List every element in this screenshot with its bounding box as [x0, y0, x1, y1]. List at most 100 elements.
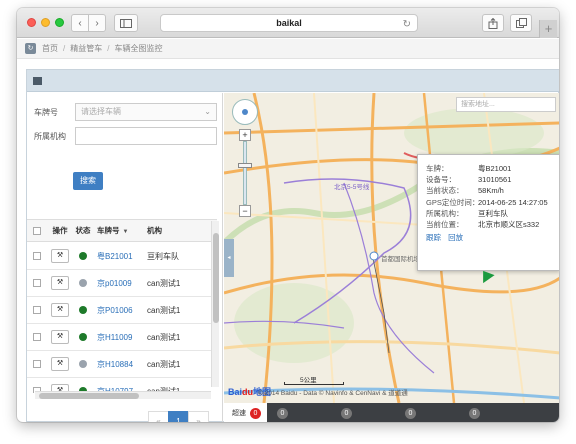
page-1-button[interactable]: 1: [168, 411, 189, 422]
monitor-panel: 车牌号 请选择车辆 ⌄ 所属机构 搜索 操作 状态 车牌号 ▼ 机构 ⚒ 粤B2…: [26, 69, 559, 422]
new-tab-button[interactable]: +: [539, 20, 557, 38]
breadcrumb-separator: /: [63, 44, 66, 53]
col-plate[interactable]: 车牌号 ▼: [93, 225, 145, 236]
alarm-count-badge: 0: [250, 407, 261, 419]
next-page-button[interactable]: »: [188, 411, 209, 422]
zoom-slider[interactable]: [243, 141, 247, 205]
tabs-overview-button[interactable]: [510, 14, 532, 32]
chevron-down-icon: ⌄: [204, 107, 211, 116]
table-row[interactable]: ⚒ 粤B21001 亘利车队: [27, 243, 217, 270]
table-horizontal-scrollbar[interactable]: [35, 391, 211, 399]
operation-button[interactable]: ⚒: [51, 357, 69, 371]
search-button[interactable]: 搜索: [73, 172, 103, 190]
info-row: 当前位置： 北京市顺义区s332: [426, 219, 551, 230]
share-button[interactable]: [482, 14, 504, 32]
map-label-airport: 首都国际机场: [381, 256, 420, 263]
pagination: « 1 »: [148, 411, 209, 422]
vehicle-info-window: 车牌： 粤B21001 设备号： 31010561 当前状态： 58Km/h GPS定位时间…: [417, 154, 559, 271]
row-checkbox[interactable]: [33, 333, 41, 341]
zoom-in-button[interactable]: +: [239, 129, 251, 141]
info-value: 2014-06-25 14:27:05: [478, 197, 548, 207]
info-value: 粤B21001: [478, 164, 512, 173]
org-input[interactable]: [75, 127, 217, 145]
zoom-window-button[interactable]: [55, 18, 64, 27]
map-scale-bar: [284, 382, 344, 385]
map-search-input[interactable]: 搜索地址...: [456, 97, 556, 112]
wrench-icon: ⚒: [56, 252, 64, 259]
status-dot: [79, 306, 87, 314]
row-checkbox[interactable]: [33, 279, 41, 287]
operation-button[interactable]: ⚒: [51, 330, 69, 344]
zoom-out-button[interactable]: −: [239, 205, 251, 217]
alarm-tab[interactable]: 超速 0: [224, 403, 267, 422]
replay-link[interactable]: 回放: [448, 233, 463, 242]
alarm-tab[interactable]: 0: [331, 403, 395, 422]
breadcrumb-section[interactable]: 精益管车: [70, 43, 102, 54]
zoom-slider-thumb[interactable]: [238, 163, 252, 168]
alarm-tab[interactable]: 0: [267, 403, 331, 422]
plate-select[interactable]: 请选择车辆 ⌄: [75, 103, 217, 121]
plate-link[interactable]: 京p01009: [93, 278, 145, 289]
breadcrumb-home[interactable]: 首页: [42, 43, 58, 54]
status-dot: [79, 252, 87, 260]
plate-link[interactable]: 粤B21001: [93, 251, 145, 262]
prev-page-button[interactable]: «: [148, 411, 169, 422]
table-vertical-scrollbar[interactable]: [211, 221, 219, 387]
chevron-right-icon: ›: [95, 17, 99, 29]
alarm-count-badge: 0: [277, 407, 288, 419]
reload-icon[interactable]: ↻: [403, 17, 411, 33]
minimize-window-button[interactable]: [41, 18, 50, 27]
alarm-tab[interactable]: 0: [459, 403, 523, 422]
browser-toolbar: ‹ › baikal ↻ +: [17, 8, 559, 38]
alarm-bar: 超速 0 0 0 0 0: [224, 403, 559, 422]
map-view[interactable]: 首都国际机场 北京5-5号线 搜索地址... + − ◂ 车牌： 粤B21001 设…: [224, 93, 559, 403]
back-button[interactable]: ‹: [71, 14, 89, 32]
wrench-icon: ⚒: [56, 279, 64, 286]
track-link[interactable]: 跟踪: [426, 233, 441, 242]
plate-link[interactable]: 京H11009: [93, 332, 145, 343]
map-label-highway: 北京5-5号线: [334, 184, 370, 191]
table-row[interactable]: ⚒ 京H10884 can测试1: [27, 351, 217, 378]
sidebar-icon: [120, 18, 132, 28]
breadcrumb-separator: /: [107, 44, 110, 53]
map-pan-control[interactable]: [232, 99, 258, 125]
row-checkbox[interactable]: [33, 306, 41, 314]
chevron-left-icon: ‹: [78, 17, 82, 29]
alarm-tab[interactable]: 0: [395, 403, 459, 422]
scroll-thumb[interactable]: [39, 393, 139, 399]
plate-filter-row: 车牌号 请选择车辆 ⌄: [27, 103, 217, 121]
select-all-checkbox[interactable]: [33, 226, 41, 235]
status-dot: [79, 333, 87, 341]
info-key: 当前位置：: [426, 220, 464, 230]
refresh-icon[interactable]: ↻: [25, 43, 36, 54]
plate-link[interactable]: 京H10884: [93, 359, 145, 370]
operation-button[interactable]: ⚒: [51, 303, 69, 317]
status-dot: [79, 360, 87, 368]
alarm-count-badge: 0: [469, 407, 480, 419]
info-value: 亘利车队: [478, 208, 508, 218]
table-row[interactable]: ⚒ 京H11009 can测试1: [27, 324, 217, 351]
operation-button[interactable]: ⚒: [51, 276, 69, 290]
row-checkbox[interactable]: [33, 360, 41, 368]
table-row[interactable]: ⚒ 京P01006 can测试1: [27, 297, 217, 324]
info-key: 所属机构：: [426, 208, 464, 218]
info-value: 58Km/h: [478, 186, 504, 196]
scroll-thumb[interactable]: [213, 233, 219, 323]
operation-button[interactable]: ⚒: [51, 249, 69, 263]
info-rows: 车牌： 粤B21001 设备号： 31010561 当前状态： 58Km/h GPS定位时间…: [426, 163, 551, 230]
info-row: GPS定位时间： 2014-06-25 14:27:05: [426, 197, 551, 208]
sort-desc-icon: ▼: [122, 229, 129, 235]
address-bar[interactable]: baikal ↻: [160, 14, 418, 32]
info-links: 跟踪 回放: [426, 232, 551, 243]
plate-link[interactable]: 京P01006: [93, 305, 145, 316]
row-checkbox[interactable]: [33, 252, 41, 260]
collapse-list-handle[interactable]: ◂: [224, 239, 234, 277]
forward-button[interactable]: ›: [88, 14, 106, 32]
info-row: 所属机构： 亘利车队: [426, 208, 551, 219]
panel-header: [27, 70, 559, 92]
breadcrumb-current: 车辆全图监控: [114, 44, 163, 53]
sidebar-toggle-button[interactable]: [114, 14, 138, 32]
table-row[interactable]: ⚒ 京p01009 can测试1: [27, 270, 217, 297]
close-window-button[interactable]: [27, 18, 36, 27]
info-key: GPS定位时间：: [426, 197, 480, 207]
